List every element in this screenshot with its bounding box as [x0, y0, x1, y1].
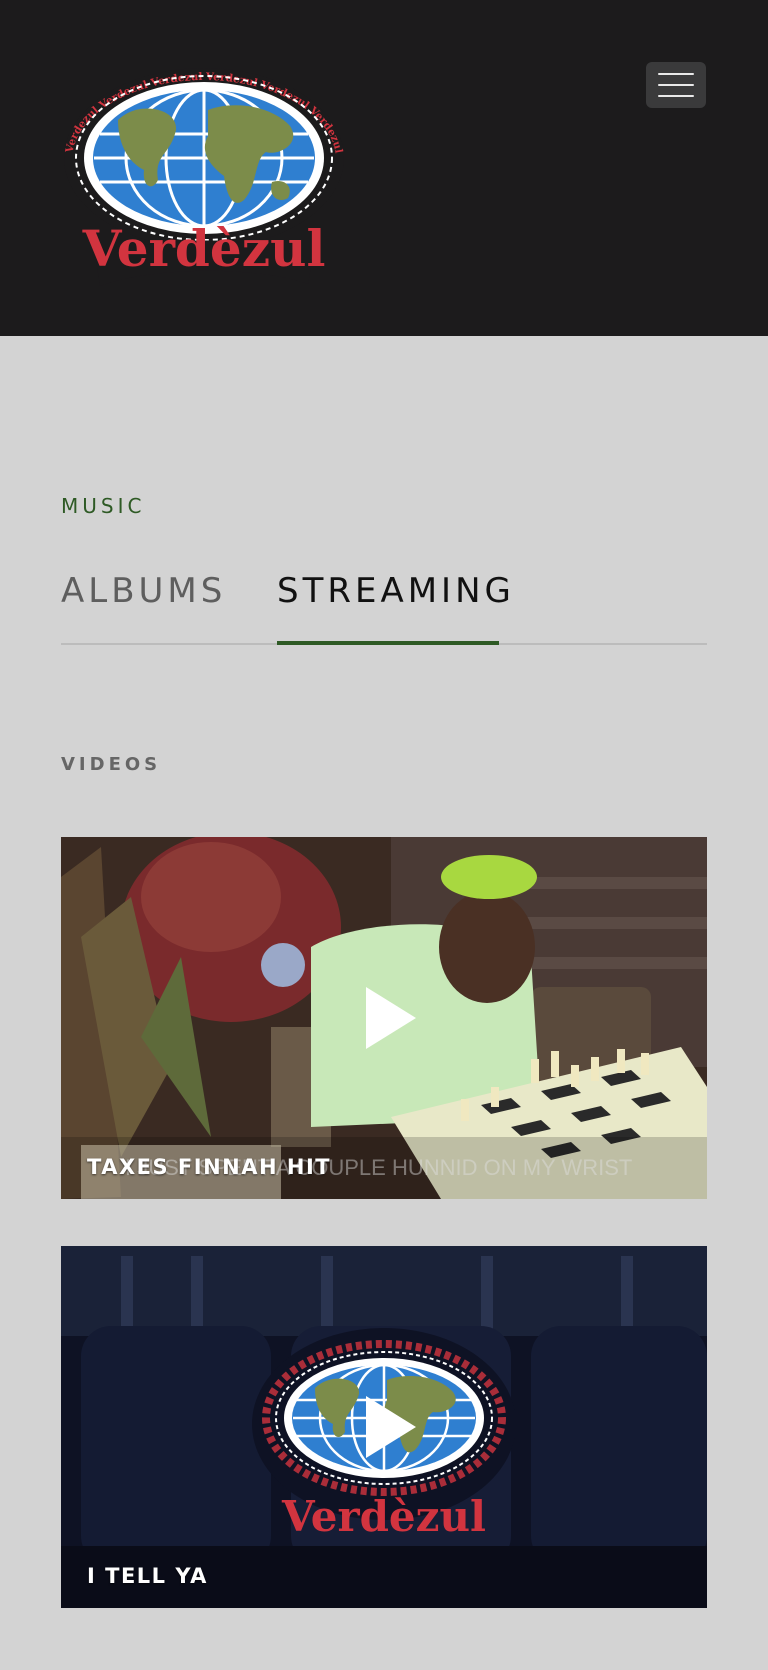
music-tabs: ALBUMS STREAMING	[61, 566, 707, 646]
video-card-i-tell-ya[interactable]: Verdèzul I TELL YA	[61, 1246, 707, 1608]
svg-text:Verdèzul: Verdèzul	[281, 1492, 486, 1541]
verdezul-logo[interactable]: Verdezul Verdezul Verdezul Verdezul Verd…	[58, 60, 350, 292]
hamburger-menu-button[interactable]	[646, 62, 706, 108]
video-title: TAXES FINNAH HIT	[87, 1155, 332, 1179]
video-card-taxes-finnah-hit[interactable]: I JUST SPENT A COUPLE HUNNID ON MY WRIST…	[61, 837, 707, 1199]
hamburger-menu-icon	[658, 73, 694, 75]
music-section-label: MUSIC	[61, 494, 146, 518]
video-title: I TELL YA	[87, 1564, 208, 1588]
videos-section-label: VIDEOS	[61, 754, 162, 775]
play-icon[interactable]	[366, 987, 416, 1049]
tab-streaming[interactable]: STREAMING	[277, 566, 515, 616]
active-tab-indicator	[277, 641, 499, 645]
play-icon[interactable]	[366, 1396, 416, 1458]
logo-wordmark: Verdèzul	[82, 219, 326, 278]
tab-albums[interactable]: ALBUMS	[61, 566, 226, 616]
site-header: Verdezul Verdezul Verdezul Verdezul Verd…	[0, 0, 768, 336]
